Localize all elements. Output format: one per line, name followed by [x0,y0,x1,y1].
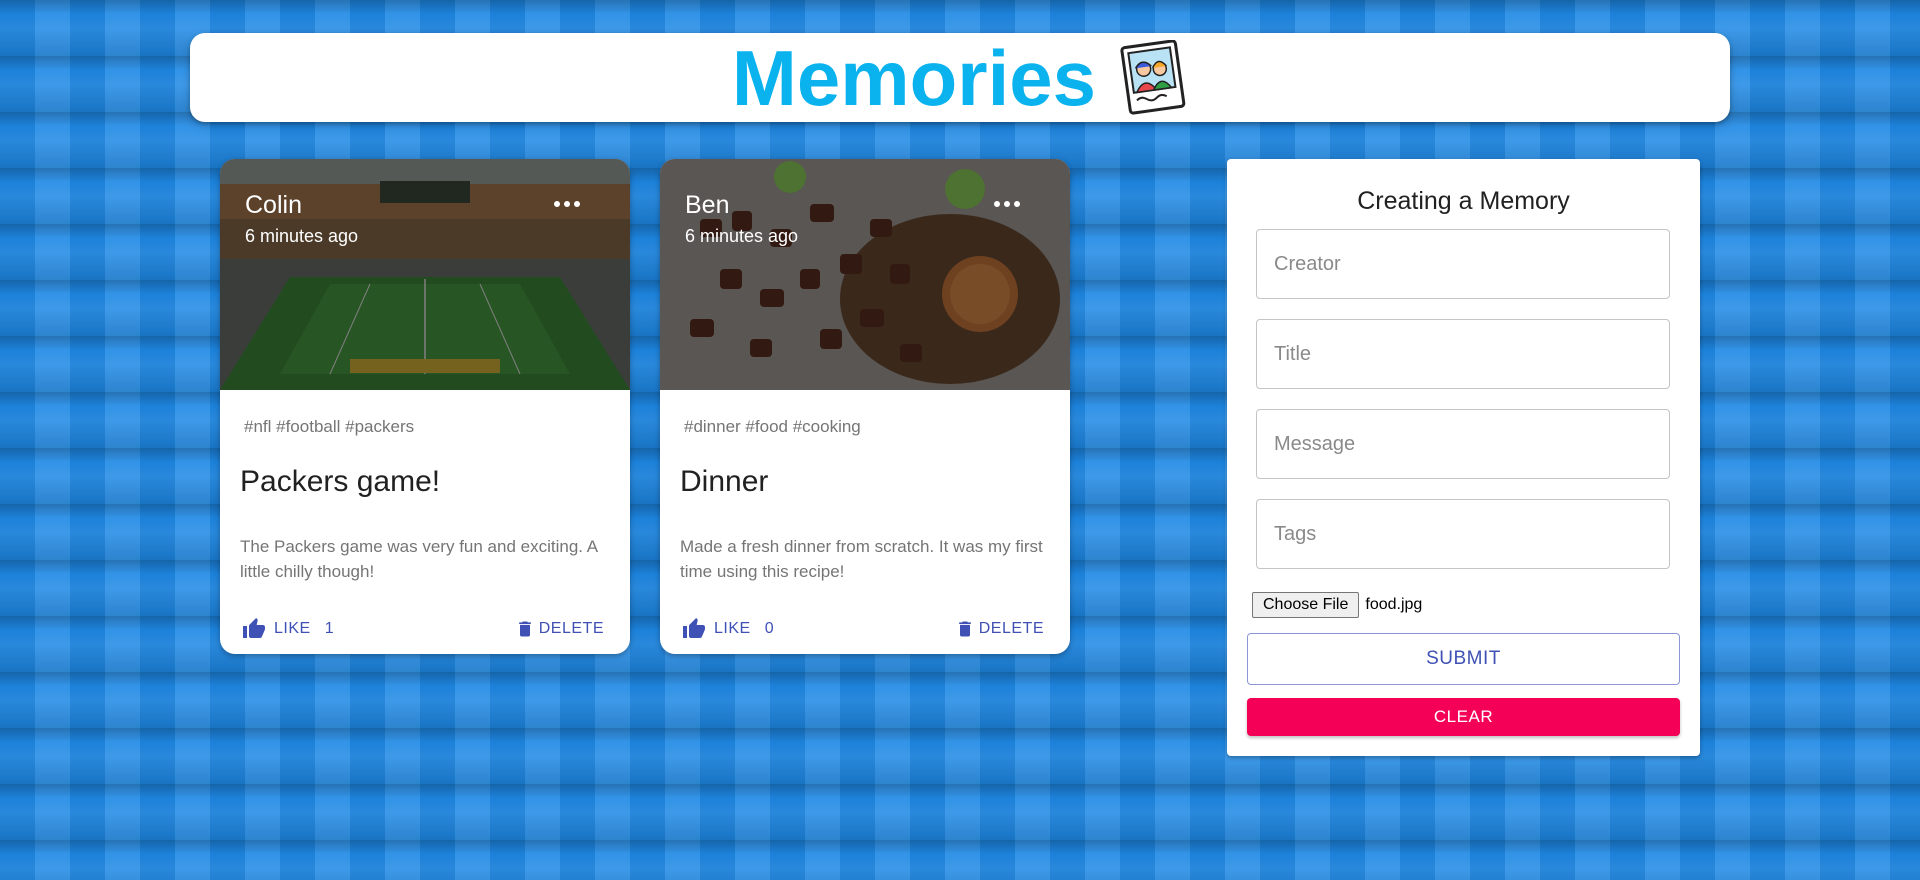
trash-icon [518,621,531,637]
file-picker: Choose File food.jpg [1252,592,1422,618]
post-tags: #dinner #food #cooking [684,417,861,436]
post-message: Made a fresh dinner from scratch. It was… [680,537,1043,581]
delete-label: DELETE [978,620,1044,637]
like-count: 1 [324,620,335,637]
post-image: Ben 6 minutes ago [660,159,1070,390]
message-input[interactable] [1256,409,1670,479]
post-time: 6 minutes ago [685,226,799,246]
submit-button[interactable]: SUBMIT [1247,633,1680,685]
more-options-icon[interactable] [994,199,1020,209]
like-button[interactable]: LIKE 0 [682,611,774,647]
more-options-icon[interactable] [554,199,580,209]
selected-file-name: food.jpg [1365,596,1423,613]
memories-photo-icon [1120,39,1186,115]
post-creator: Ben [685,191,730,219]
post-tags: #nfl #football #packers [244,417,415,436]
delete-label: DELETE [538,620,604,637]
post-image: Colin 6 minutes ago [220,159,630,390]
thumb-up-icon [683,618,705,638]
post-message: The Packers game was very fun and exciti… [240,537,598,581]
post-card: Colin 6 minutes ago #nfl #football #pack… [220,159,630,654]
choose-file-button[interactable]: Choose File [1252,592,1360,618]
form-title: Creating a Memory [1357,187,1570,215]
creator-input[interactable] [1256,229,1670,299]
post-actions: LIKE 0 DELETE [660,611,1070,647]
app-bar: Memories [190,33,1730,122]
create-memory-form: Creating a Memory Choose File food.jpg S… [1227,159,1700,756]
post-actions: LIKE 1 DELETE [220,611,630,647]
thumb-up-icon [243,618,265,638]
delete-button[interactable]: DELETE [955,611,1044,647]
like-button[interactable]: LIKE 1 [242,611,334,647]
app-title: Memories [731,33,1097,122]
tags-input[interactable] [1256,499,1670,569]
post-card: Ben 6 minutes ago #dinner #food #cooking… [660,159,1070,654]
trash-icon [958,621,971,637]
title-input[interactable] [1256,319,1670,389]
post-creator: Colin [245,191,302,219]
delete-button[interactable]: DELETE [515,611,604,647]
clear-button[interactable]: CLEAR [1247,698,1680,736]
like-label: LIKE [274,620,311,637]
post-title: Dinner [680,465,769,498]
post-time: 6 minutes ago [245,226,359,246]
like-count: 0 [764,620,775,637]
like-label: LIKE [714,620,751,637]
post-title: Packers game! [240,465,441,498]
